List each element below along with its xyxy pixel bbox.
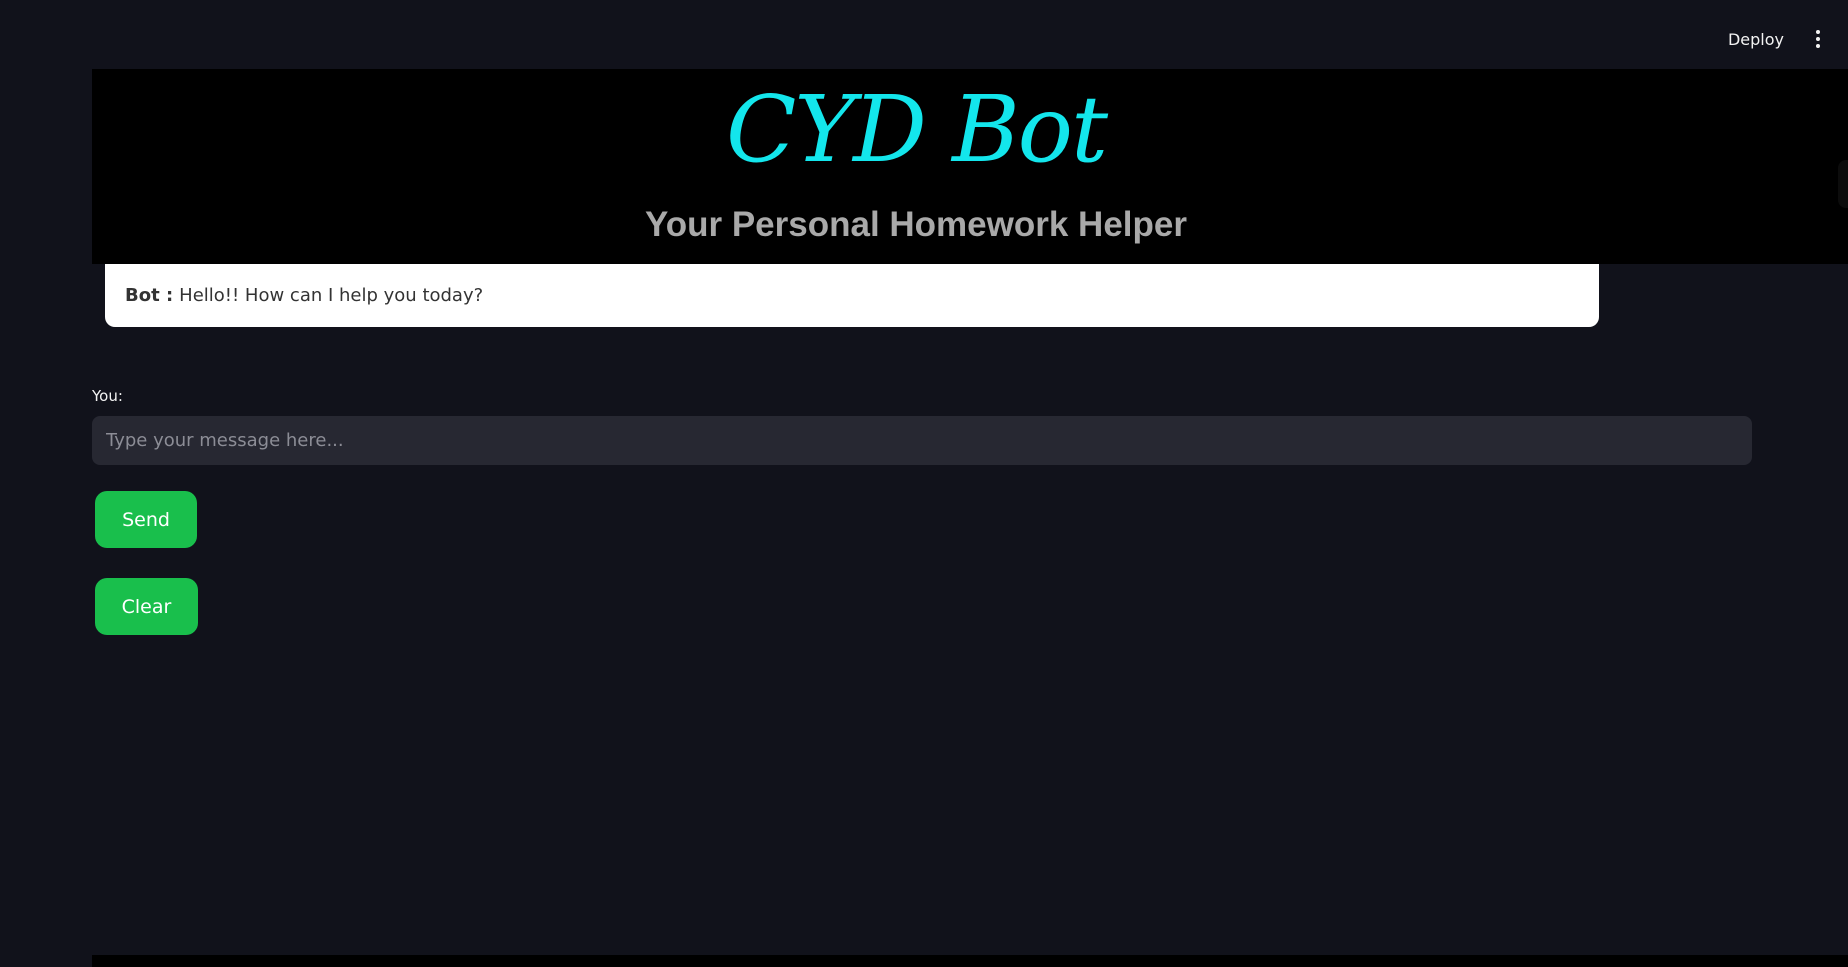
- send-button[interactable]: Send: [95, 491, 197, 548]
- bottom-strip: [92, 955, 1848, 967]
- brand-subtitle: Your Personal Homework Helper: [644, 205, 1187, 244]
- message-input[interactable]: [92, 416, 1752, 465]
- more-vertical-icon[interactable]: [1808, 27, 1828, 51]
- menu-dot: [1816, 30, 1820, 34]
- header-banner: CYD Bot Your Personal Homework Helper: [92, 69, 1848, 264]
- brand-title: CYD Bot: [725, 76, 1108, 183]
- menu-dot: [1816, 37, 1820, 41]
- app-root: Deploy CYD Bot Your Personal Homework He…: [0, 0, 1848, 967]
- sidebar-edge-handle[interactable]: [1838, 160, 1848, 208]
- deploy-button[interactable]: Deploy: [1728, 30, 1784, 49]
- menu-dot: [1816, 44, 1820, 48]
- top-toolbar: Deploy: [1728, 24, 1828, 54]
- message-label: You:: [92, 387, 123, 405]
- bot-label: Bot :: [125, 285, 174, 306]
- bot-message-text: Hello!! How can I help you today?: [179, 285, 484, 306]
- bot-message: Bot : Hello!! How can I help you today?: [105, 264, 1599, 327]
- clear-button[interactable]: Clear: [95, 578, 198, 635]
